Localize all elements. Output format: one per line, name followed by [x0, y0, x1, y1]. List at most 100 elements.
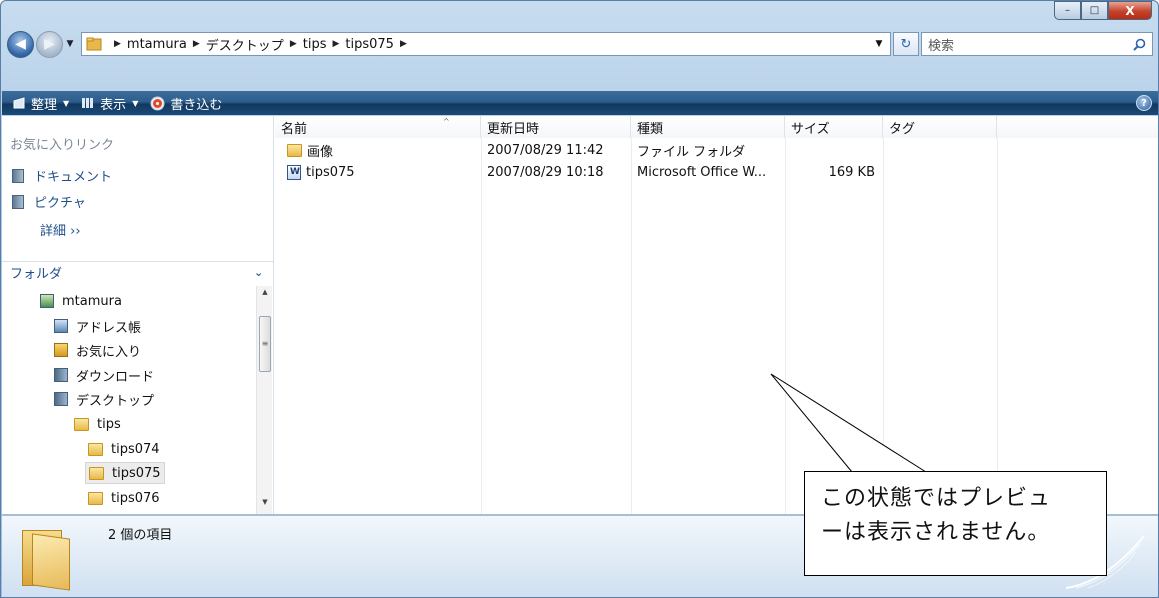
minimize-button[interactable]: –: [1054, 1, 1081, 20]
file-name: tips075: [306, 164, 355, 180]
address-dropdown-icon[interactable]: ▼: [868, 39, 890, 49]
column-header-name[interactable]: 名前 ^: [275, 116, 481, 138]
forward-arrow-icon: ▶: [44, 36, 55, 52]
column-divider: [883, 138, 884, 514]
caption-buttons: – □ X: [1054, 1, 1152, 20]
organize-button[interactable]: 整理 ▼: [12, 94, 69, 113]
favorite-links-title: お気に入りリンク: [10, 138, 115, 153]
views-icon: [82, 98, 94, 108]
file-size: 169 KB: [828, 164, 875, 180]
tree-item-label: ダウンロード: [76, 369, 155, 385]
callout-line: この状態ではプレビュ: [821, 486, 1052, 511]
tree-item-favorites[interactable]: お気に入り: [54, 339, 141, 361]
tree-item-label: tips076: [111, 490, 160, 506]
breadcrumb-separator-icon[interactable]: ▶: [332, 39, 339, 49]
column-header-empty: [997, 116, 1158, 138]
folder-icon: [88, 491, 103, 505]
downloads-icon: [54, 368, 68, 382]
column-header-tags[interactable]: タグ: [883, 116, 997, 138]
tree-item-label: デスクトップ: [76, 393, 155, 409]
favorite-documents[interactable]: ドキュメント: [12, 166, 112, 185]
tree-item-desktop[interactable]: デスクトップ: [54, 388, 154, 410]
callout-note: この状態ではプレビュ ーは表示されません。: [804, 471, 1107, 576]
file-name-cell: 画像: [287, 140, 333, 160]
folders-header[interactable]: フォルダ ⌄: [2, 261, 274, 283]
column-divider: [631, 138, 632, 514]
tree-item-label: アドレス帳: [76, 320, 142, 336]
burn-disc-icon: [150, 96, 165, 110]
column-divider: [785, 138, 786, 514]
favorite-documents-label: ドキュメント: [34, 170, 113, 185]
tree-item-label: tips: [97, 416, 121, 432]
breadcrumb-desktop[interactable]: デスクトップ: [206, 35, 284, 54]
favorites-icon: [54, 343, 68, 357]
column-header-modified[interactable]: 更新日時: [481, 116, 631, 138]
scroll-down-arrow-icon[interactable]: ▼: [257, 498, 273, 514]
help-icon: ?: [1141, 97, 1147, 109]
folder-icon: [89, 466, 104, 480]
callout-line: ーは表示されません。: [821, 520, 1051, 545]
scroll-thumb[interactable]: ≡: [259, 316, 271, 372]
column-divider: [481, 138, 482, 514]
file-row-tips075[interactable]: tips075 2007/08/29 10:18 Microsoft Offic…: [275, 162, 1158, 182]
tree-item-contacts[interactable]: アドレス帳: [54, 315, 141, 337]
close-button[interactable]: X: [1108, 1, 1152, 20]
folder-tree-scrollbar[interactable]: ▲ ≡ ▼: [256, 286, 272, 514]
breadcrumb-separator-icon[interactable]: ▶: [114, 39, 121, 49]
column-header-type[interactable]: 種類: [631, 116, 785, 138]
more-links[interactable]: 詳細 ››: [40, 220, 81, 239]
sort-ascending-icon: ^: [443, 117, 450, 126]
file-type: ファイル フォルダ: [637, 144, 746, 160]
word-document-icon: [287, 164, 301, 180]
search-placeholder: 検索: [928, 38, 955, 54]
tree-item-label: お気に入り: [76, 344, 142, 360]
column-header-label: タグ: [889, 121, 916, 137]
folder-icon: [287, 143, 302, 157]
tree-item-mtamura[interactable]: mtamura: [40, 290, 122, 312]
breadcrumb-separator-icon[interactable]: ▶: [193, 39, 200, 49]
burn-label: 書き込む: [170, 97, 223, 113]
breadcrumb-tips075[interactable]: tips075: [345, 37, 394, 52]
contacts-icon: [54, 319, 68, 333]
back-button[interactable]: ◀: [7, 30, 34, 58]
tree-item-tips076[interactable]: tips076: [88, 487, 160, 509]
column-divider: [997, 138, 998, 514]
tree-item-tips074[interactable]: tips074: [88, 438, 160, 460]
help-button[interactable]: ?: [1136, 95, 1152, 111]
file-modified: 2007/08/29 11:42: [487, 142, 604, 158]
views-button[interactable]: 表示 ▼: [81, 94, 138, 113]
documents-icon: [12, 168, 24, 183]
scroll-up-arrow-icon[interactable]: ▲: [257, 288, 273, 304]
file-row-images[interactable]: 画像 2007/08/29 11:42 ファイル フォルダ: [275, 140, 1158, 160]
breadcrumb-mtamura[interactable]: mtamura: [127, 37, 187, 52]
refresh-button[interactable]: ↻: [893, 32, 919, 56]
file-list: 名前 ^ 更新日時 種類 サイズ タグ 画像 2007/08/29 11:42 …: [275, 116, 1158, 514]
maximize-button[interactable]: □: [1081, 1, 1108, 20]
forward-button[interactable]: ▶: [36, 30, 63, 58]
column-header-label: 種類: [637, 121, 664, 137]
recent-pages-dropdown[interactable]: ▼: [63, 39, 77, 49]
search-input[interactable]: 検索: [921, 32, 1153, 56]
tree-item-downloads[interactable]: ダウンロード: [54, 364, 154, 386]
search-icon[interactable]: [1133, 38, 1146, 51]
breadcrumb-separator-icon[interactable]: ▶: [400, 39, 407, 49]
pictures-icon: [12, 194, 24, 209]
tree-item-tips[interactable]: tips: [74, 413, 121, 435]
refresh-icon: ↻: [900, 36, 912, 52]
breadcrumb-tips[interactable]: tips: [303, 37, 327, 52]
content-area: お気に入りリンク ドキュメント ピクチャ 詳細 ›› フォルダ ⌄ mtamur…: [2, 116, 1158, 514]
breadcrumb-separator-icon[interactable]: ▶: [290, 39, 297, 49]
address-row: ◀ ▶ ▼ ▶ mtamura ▶ デスクトップ ▶ tips ▶ tips07…: [7, 29, 1153, 59]
file-name-cell: tips075: [287, 162, 355, 182]
desktop-icon: [54, 392, 68, 406]
favorite-pictures[interactable]: ピクチャ: [12, 192, 86, 211]
column-header-label: 更新日時: [487, 121, 540, 137]
burn-button[interactable]: 書き込む: [150, 94, 222, 113]
user-folder-icon: [40, 294, 54, 308]
item-count: 2 個の項目: [108, 528, 173, 543]
tree-item-tips075[interactable]: tips075: [85, 462, 165, 484]
navigation-pane: お気に入りリンク ドキュメント ピクチャ 詳細 ›› フォルダ ⌄ mtamur…: [2, 116, 274, 514]
address-bar[interactable]: ▶ mtamura ▶ デスクトップ ▶ tips ▶ tips075 ▶ ▼: [81, 32, 891, 56]
column-header-size[interactable]: サイズ: [785, 116, 883, 138]
large-folder-icon: [22, 526, 74, 591]
